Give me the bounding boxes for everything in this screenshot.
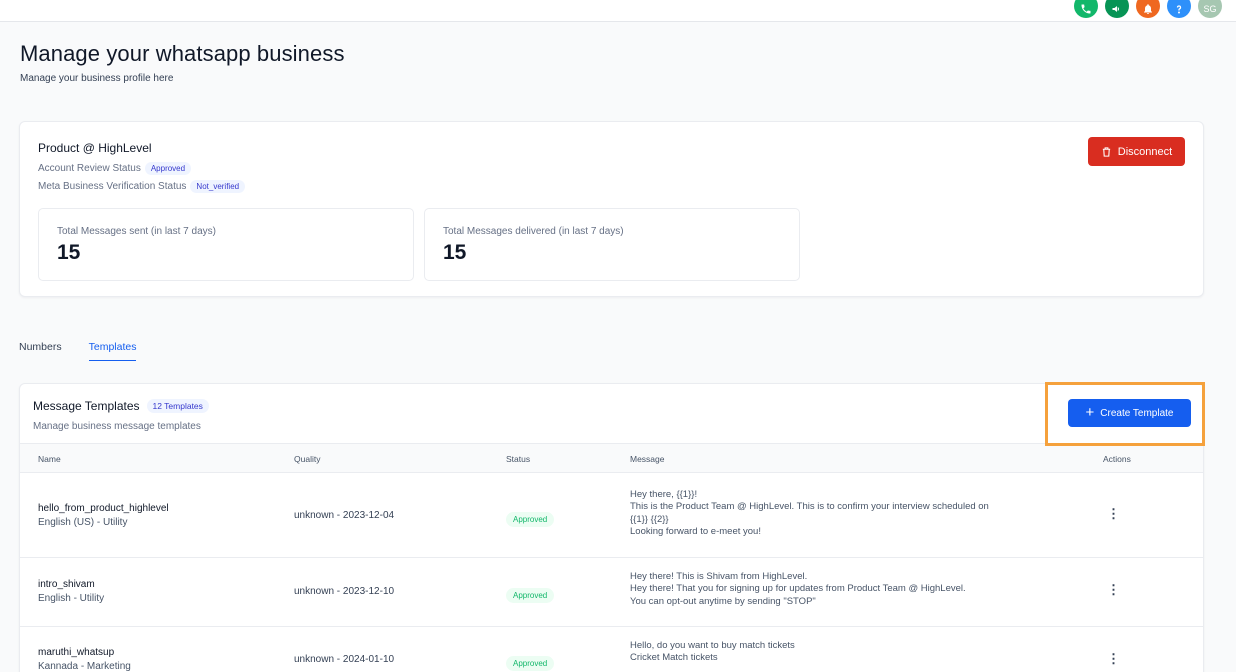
status-badge: Approved bbox=[506, 588, 555, 603]
template-name: intro_shivam bbox=[38, 579, 95, 590]
templates-title: Message Templates 12 Templates bbox=[33, 399, 209, 413]
column-header-name[interactable]: Name bbox=[38, 454, 61, 464]
message-line: Cricket Match tickets bbox=[630, 652, 718, 664]
column-header-quality[interactable]: Quality bbox=[294, 454, 320, 464]
template-language: English - Utility bbox=[38, 593, 105, 604]
row-actions-menu[interactable]: ⋮ bbox=[1107, 582, 1120, 598]
template-message: Hey there, {{1}}! This is the Product Te… bbox=[630, 489, 989, 538]
page-subtitle: Manage your business profile here bbox=[20, 73, 174, 84]
account-review-badge: Approved bbox=[144, 162, 192, 175]
stat-label: Total Messages sent (in last 7 days) bbox=[57, 226, 216, 237]
message-line: Hey there! This is Shivam from HighLevel… bbox=[630, 571, 808, 582]
stat-messages-sent: Total Messages sent (in last 7 days) 15 bbox=[38, 208, 414, 281]
message-templates-card: Message Templates 12 Templates Manage bu… bbox=[19, 383, 1204, 672]
template-message: Hello, do you want to buy match tickets … bbox=[630, 640, 795, 665]
templates-subtitle: Manage business message templates bbox=[33, 421, 201, 432]
template-name-cell: intro_shivam English - Utility bbox=[38, 579, 104, 604]
status-badge: Approved bbox=[506, 656, 555, 671]
stat-messages-delivered: Total Messages delivered (in last 7 days… bbox=[424, 208, 800, 281]
meta-verification-label: Meta Business Verification Status bbox=[38, 181, 187, 192]
message-line: Hey there! That you for signing up for u… bbox=[630, 583, 966, 595]
stat-value: 15 bbox=[443, 241, 467, 264]
table-row[interactable]: hello_from_product_highlevel English (US… bbox=[20, 473, 1203, 558]
template-name: hello_from_product_highlevel bbox=[38, 503, 169, 514]
meta-verification-status: Meta Business Verification Status Not_ve… bbox=[38, 180, 246, 193]
template-language: English (US) - Utility bbox=[38, 517, 128, 528]
template-name-cell: maruthi_whatsup Kannada - Marketing bbox=[38, 647, 131, 672]
meta-verification-badge: Not_verified bbox=[190, 180, 246, 193]
business-name: Product @ HighLevel bbox=[38, 141, 152, 155]
disconnect-button[interactable]: Disconnect bbox=[1088, 137, 1185, 166]
template-status: Approved bbox=[506, 653, 555, 671]
message-line: Hello, do you want to buy match tickets bbox=[630, 640, 795, 651]
stat-label: Total Messages delivered (in last 7 days… bbox=[443, 226, 624, 237]
template-language: Kannada - Marketing bbox=[38, 661, 131, 672]
message-line: {{1}} {{2}} bbox=[630, 513, 669, 525]
templates-title-text: Message Templates bbox=[33, 399, 140, 413]
message-line: You can opt-out anytime by sending "STOP… bbox=[630, 595, 816, 607]
template-name: maruthi_whatsup bbox=[38, 647, 115, 658]
templates-count-badge: 12 Templates bbox=[146, 399, 209, 413]
template-message: Hey there! This is Shivam from HighLevel… bbox=[630, 571, 966, 608]
tab-templates[interactable]: Templates bbox=[88, 341, 137, 361]
create-template-button[interactable]: + Create Template bbox=[1068, 399, 1191, 427]
disconnect-label: Disconnect bbox=[1117, 145, 1173, 158]
message-line: Hey there, {{1}}! bbox=[630, 489, 698, 500]
status-badge: Approved bbox=[506, 512, 555, 527]
column-header-message[interactable]: Message bbox=[630, 454, 665, 464]
table-header: Name Quality Status Message Actions bbox=[20, 443, 1203, 473]
table-row[interactable]: intro_shivam English - Utility unknown -… bbox=[20, 558, 1203, 627]
template-quality: unknown - 2023-12-04 bbox=[294, 510, 395, 521]
create-template-label: Create Template bbox=[1100, 407, 1174, 419]
avatar[interactable]: SG bbox=[1198, 0, 1222, 18]
row-actions-menu[interactable]: ⋮ bbox=[1107, 651, 1120, 667]
megaphone-icon[interactable] bbox=[1105, 0, 1129, 18]
business-profile-card: Product @ HighLevel Account Review Statu… bbox=[19, 121, 1204, 297]
template-status: Approved bbox=[506, 585, 555, 603]
top-bar: SG bbox=[0, 0, 1236, 22]
template-name-cell: hello_from_product_highlevel English (US… bbox=[38, 503, 169, 528]
message-line: This is the Product Team @ HighLevel. Th… bbox=[630, 501, 989, 513]
template-status: Approved bbox=[506, 509, 555, 527]
account-review-label: Account Review Status bbox=[38, 163, 141, 174]
message-line: Looking forward to e-meet you! bbox=[630, 525, 761, 537]
help-icon[interactable] bbox=[1167, 0, 1191, 18]
stat-value: 15 bbox=[57, 241, 81, 264]
template-quality: unknown - 2023-12-10 bbox=[294, 586, 395, 597]
tab-numbers[interactable]: Numbers bbox=[19, 341, 62, 361]
section-tabs: Numbers Templates bbox=[19, 341, 137, 361]
page-title: Manage your whatsapp business bbox=[20, 41, 345, 66]
template-quality: unknown - 2024-01-10 bbox=[294, 654, 395, 665]
column-header-actions: Actions bbox=[1103, 454, 1131, 464]
bell-icon[interactable] bbox=[1136, 0, 1160, 18]
header-actions: SG bbox=[1074, 0, 1222, 18]
column-header-status[interactable]: Status bbox=[506, 454, 530, 464]
trash-icon bbox=[1102, 146, 1110, 157]
phone-icon[interactable] bbox=[1074, 0, 1098, 18]
row-actions-menu[interactable]: ⋮ bbox=[1107, 506, 1120, 522]
plus-icon: + bbox=[1085, 403, 1095, 421]
table-row[interactable]: maruthi_whatsup Kannada - Marketing unkn… bbox=[20, 627, 1203, 672]
account-review-status: Account Review Status Approved bbox=[38, 162, 192, 175]
